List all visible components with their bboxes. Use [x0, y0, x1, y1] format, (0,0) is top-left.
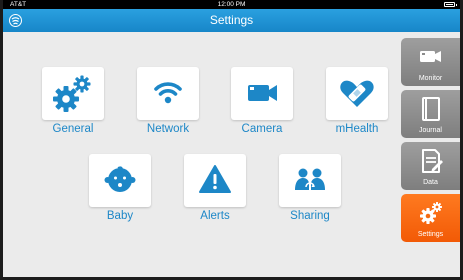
sharing-tile[interactable]: [279, 154, 341, 207]
page-title: Settings: [209, 13, 254, 27]
mhealth-label[interactable]: mHealth: [307, 123, 407, 135]
sidebar-label-journal: Journal: [419, 127, 442, 134]
app-screen: AT&T 12:00 PM Settings General Network C…: [3, 0, 460, 277]
general-label[interactable]: General: [23, 123, 123, 135]
wifi-icon: [154, 82, 182, 104]
sidebar-label-monitor: Monitor: [418, 75, 443, 82]
sidebar-item-journal[interactable]: Journal: [401, 90, 460, 138]
status-bar: AT&T 12:00 PM: [3, 0, 460, 9]
alerts-label[interactable]: Alerts: [165, 210, 265, 222]
battery-icon: [444, 2, 457, 7]
gears-icon: [53, 75, 91, 112]
sidebar-item-settings[interactable]: Settings: [401, 194, 460, 242]
mhealth-tile[interactable]: [326, 67, 388, 120]
baby-label[interactable]: Baby: [70, 210, 170, 222]
general-tile[interactable]: [42, 67, 104, 120]
gears-icon: [420, 202, 442, 224]
network-tile[interactable]: [137, 67, 199, 120]
video-camera-icon: [420, 51, 441, 62]
camera-label[interactable]: Camera: [212, 123, 312, 135]
camera-tile[interactable]: [231, 67, 293, 120]
sidebar-item-data[interactable]: Data: [401, 142, 460, 190]
sidebar-label-data: Data: [423, 179, 438, 186]
video-camera-icon: [248, 85, 277, 101]
sidebar-item-monitor[interactable]: Monitor: [401, 38, 460, 86]
baby-tile[interactable]: [89, 154, 151, 207]
alerts-tile[interactable]: [184, 154, 246, 207]
people-sharing-icon: [295, 168, 325, 190]
warning-triangle-icon: [199, 165, 231, 193]
baby-face-icon: [104, 166, 136, 192]
journal-book-icon: [422, 97, 440, 121]
document-edit-icon: [422, 149, 443, 173]
network-label[interactable]: Network: [118, 123, 218, 135]
sidebar-label-settings: Settings: [417, 231, 444, 238]
sharing-label[interactable]: Sharing: [260, 210, 360, 222]
clock: 12:00 PM: [217, 1, 246, 8]
header-bar: Settings: [3, 9, 460, 32]
heart-bandage-icon: [340, 80, 374, 107]
